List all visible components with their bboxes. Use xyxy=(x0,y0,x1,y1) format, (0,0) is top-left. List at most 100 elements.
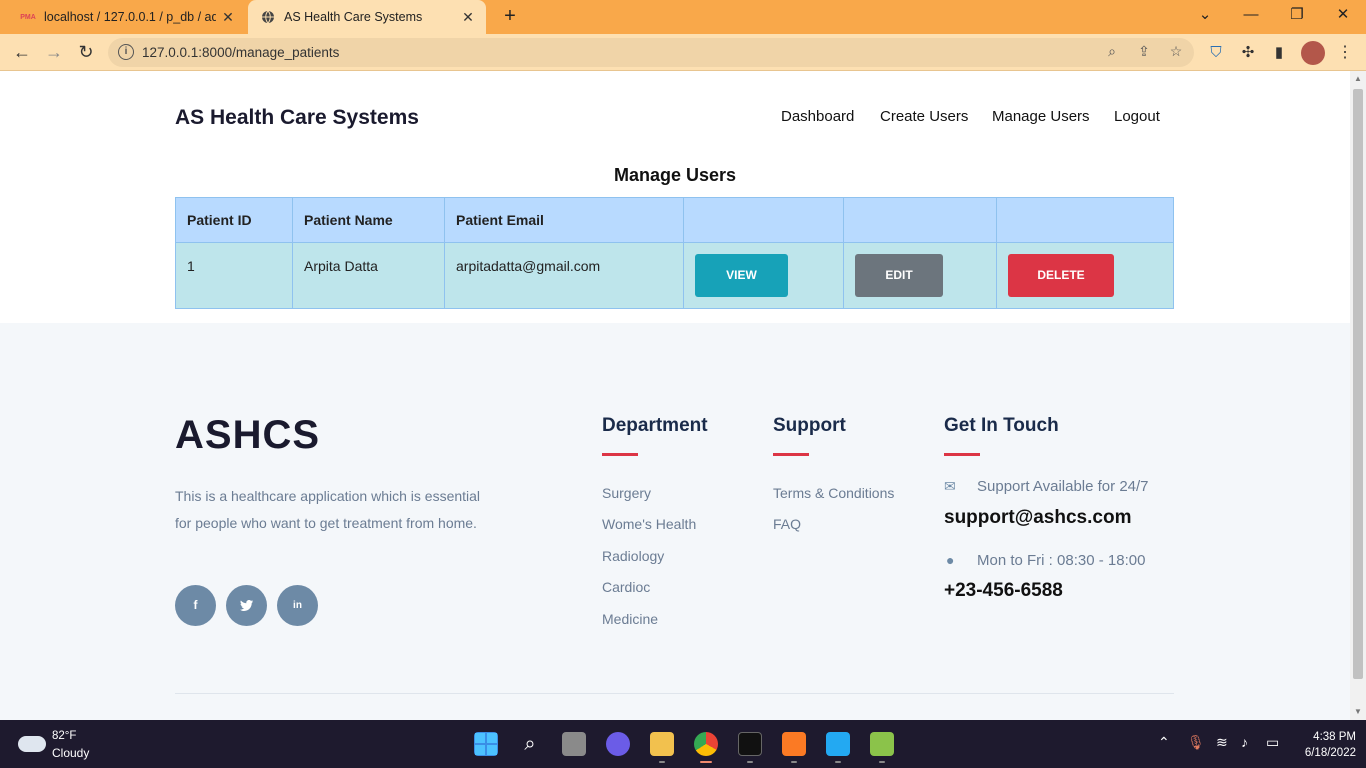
restore-icon[interactable]: ❐ xyxy=(1274,0,1320,34)
back-icon[interactable]: ← xyxy=(9,40,35,66)
search-icon[interactable]: ⌕ xyxy=(518,732,542,756)
column-header-delete xyxy=(996,197,1174,243)
clock-time: 4:38 PM xyxy=(1313,731,1356,743)
notepad-plus-icon[interactable] xyxy=(870,732,894,756)
column-header-id: Patient ID xyxy=(175,197,293,243)
system-clock[interactable]: 4:38 PM 6/18/2022 xyxy=(1290,729,1356,761)
running-indicator xyxy=(835,761,841,763)
weather-condition: Cloudy xyxy=(52,746,90,760)
link-womens-health[interactable]: Wome's Health xyxy=(602,516,696,532)
support-underline xyxy=(773,453,809,456)
linkedin-icon[interactable]: in xyxy=(277,585,318,626)
new-tab-button[interactable]: + xyxy=(498,4,522,28)
menu-kebab-icon[interactable]: ⋮ xyxy=(1337,42,1353,62)
support-phone[interactable]: +23-456-6588 xyxy=(944,580,1063,602)
scroll-down-icon[interactable]: ▼ xyxy=(1353,707,1363,716)
info-icon[interactable]: i xyxy=(118,44,134,60)
support-availability: Support Available for 24/7 xyxy=(977,478,1149,495)
facebook-icon[interactable]: f xyxy=(175,585,216,626)
page-title: Manage Users xyxy=(613,165,737,185)
footer-logo: ASHCS xyxy=(175,413,321,457)
profile-avatar[interactable] xyxy=(1301,41,1325,65)
patient-email-cell: arpitadatta@gmail.com xyxy=(444,242,684,309)
file-explorer-icon[interactable] xyxy=(650,732,674,756)
address-bar[interactable]: i 127.0.0.1:8000/manage_patients ⌕ ⇪ ☆ xyxy=(108,38,1194,67)
side-panel-icon[interactable]: ▮ xyxy=(1268,42,1290,64)
link-surgery[interactable]: Surgery xyxy=(602,485,651,501)
share-icon[interactable]: ⇪ xyxy=(1134,43,1154,63)
bookmark-star-icon[interactable]: ☆ xyxy=(1166,43,1186,63)
column-header-view xyxy=(683,197,844,243)
delete-cell: DELETE xyxy=(996,242,1174,309)
patient-id-cell: 1 xyxy=(175,242,293,309)
scroll-up-icon[interactable]: ▲ xyxy=(1353,74,1363,83)
tab-phpmyadmin[interactable]: PMA localhost / 127.0.0.1 / p_db / adm ✕ xyxy=(8,0,246,34)
link-faq[interactable]: FAQ xyxy=(773,516,801,532)
volume-icon[interactable]: ♪ xyxy=(1241,734,1248,750)
envelope-icon: ✉ xyxy=(944,478,956,494)
close-icon[interactable]: ✕ xyxy=(216,9,240,26)
delete-button[interactable]: DELETE xyxy=(1008,254,1114,297)
running-indicator xyxy=(659,761,665,763)
tab-search-icon[interactable]: ⌄ xyxy=(1182,0,1228,34)
url-text[interactable]: 127.0.0.1:8000/manage_patients xyxy=(142,45,339,60)
shield-extension-icon[interactable]: ⛉ xyxy=(1205,42,1227,64)
tab-health-care[interactable]: AS Health Care Systems ✕ xyxy=(248,0,486,34)
patients-table: Patient ID Patient Name Patient Email 1 … xyxy=(175,197,1174,309)
extensions-puzzle-icon[interactable]: ✣ xyxy=(1237,42,1259,64)
view-cell: VIEW xyxy=(683,242,844,309)
page-viewport: AS Health Care Systems Dashboard Create … xyxy=(0,71,1350,720)
battery-icon[interactable]: ▭ xyxy=(1266,734,1279,751)
reload-icon[interactable]: ↻ xyxy=(73,40,99,66)
chevron-up-icon[interactable]: ⌃ xyxy=(1158,734,1170,751)
close-window-icon[interactable]: ✕ xyxy=(1320,0,1366,34)
nav-manage-users[interactable]: Manage Users xyxy=(992,108,1090,125)
running-indicator xyxy=(747,761,753,763)
start-icon[interactable] xyxy=(474,732,498,756)
edit-cell: EDIT xyxy=(843,242,997,309)
xampp-icon[interactable] xyxy=(782,732,806,756)
tab-title: localhost / 127.0.0.1 / p_db / adm xyxy=(44,10,216,24)
cloud-icon xyxy=(18,736,46,752)
browser-toolbar: ← → ↻ i 127.0.0.1:8000/manage_patients ⌕… xyxy=(0,34,1366,71)
support-email[interactable]: support@ashcs.com xyxy=(944,507,1131,529)
twitter-icon[interactable] xyxy=(226,585,267,626)
weather-temp: 82°F xyxy=(52,730,77,742)
link-radiology[interactable]: Radiology xyxy=(602,548,664,564)
scrollbar-thumb[interactable] xyxy=(1353,89,1363,679)
link-terms[interactable]: Terms & Conditions xyxy=(773,485,894,501)
minimize-icon[interactable]: — xyxy=(1228,0,1274,34)
column-header-email: Patient Email xyxy=(444,197,684,243)
nav-logout[interactable]: Logout xyxy=(1114,108,1160,125)
link-cardioc[interactable]: Cardioc xyxy=(602,579,650,595)
microphone-icon[interactable]: 🎙 xyxy=(1187,734,1205,751)
site-brand[interactable]: AS Health Care Systems xyxy=(175,106,419,130)
clock-date: 6/18/2022 xyxy=(1304,747,1356,759)
browser-tab-bar: PMA localhost / 127.0.0.1 / p_db / adm ✕… xyxy=(0,0,1366,34)
nav-dashboard[interactable]: Dashboard xyxy=(781,108,854,125)
teams-chat-icon[interactable] xyxy=(606,732,630,756)
terminal-icon[interactable] xyxy=(738,732,762,756)
close-icon[interactable]: ✕ xyxy=(456,9,480,26)
footer-about: This is a healthcare application which i… xyxy=(175,488,481,531)
column-header-edit xyxy=(843,197,997,243)
page-scrollbar[interactable]: ▲ ▼ xyxy=(1350,71,1366,720)
chrome-icon[interactable] xyxy=(694,732,718,756)
vscode-icon[interactable] xyxy=(826,732,850,756)
active-indicator xyxy=(700,761,712,763)
view-button[interactable]: VIEW xyxy=(695,254,788,297)
windows-taskbar: 82°F Cloudy ⌕ ⌃ 🎙 ≋ ♪ ▭ 4:38 PM 6/18/202… xyxy=(0,720,1366,768)
link-medicine[interactable]: Medicine xyxy=(602,611,658,627)
table-header-row: Patient ID Patient Name Patient Email xyxy=(175,197,1174,243)
zoom-icon[interactable]: ⌕ xyxy=(1102,43,1122,63)
nav-create-users[interactable]: Create Users xyxy=(880,108,968,125)
contact-heading: Get In Touch xyxy=(944,415,1059,436)
patient-name-cell: Arpita Datta xyxy=(292,242,445,309)
department-underline xyxy=(602,453,638,456)
forward-icon[interactable]: → xyxy=(41,40,67,66)
edit-button[interactable]: EDIT xyxy=(855,254,943,297)
column-header-name: Patient Name xyxy=(292,197,445,243)
running-indicator xyxy=(791,761,797,763)
wifi-icon[interactable]: ≋ xyxy=(1216,734,1228,751)
task-view-icon[interactable] xyxy=(562,732,586,756)
